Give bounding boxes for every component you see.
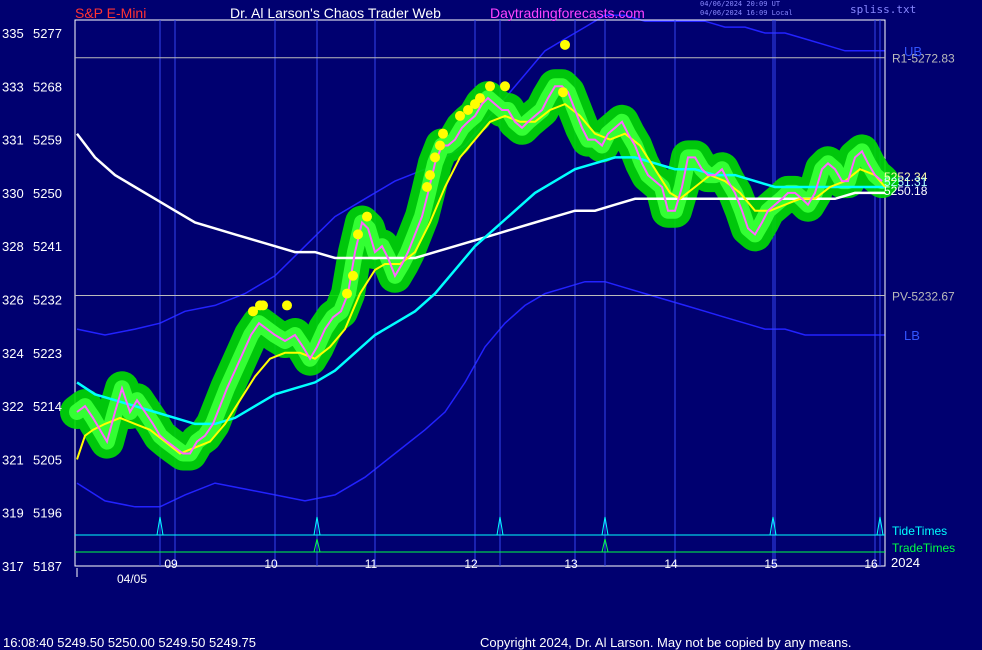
x-tick-label: 15 xyxy=(764,557,778,571)
signal-marker xyxy=(455,110,465,121)
timing-lines xyxy=(75,516,885,553)
y-tick-label-right: 5250 xyxy=(33,186,62,201)
y-tick-label-right: 5259 xyxy=(33,133,62,148)
year-label: 2024 xyxy=(891,555,920,570)
date-label: 04/05 xyxy=(117,572,147,586)
price-envelope xyxy=(60,69,899,471)
x-tick-label: 12 xyxy=(464,557,478,571)
signal-marker xyxy=(258,300,268,311)
symbol-label: S&P E-Mini xyxy=(75,5,147,21)
signal-marker xyxy=(362,211,372,222)
y-tick-label-left: 322 xyxy=(2,399,24,414)
chart-canvas: R1-5272.83 PV-5232.67 UB LB TideTimes TradeTi… xyxy=(2,14,955,586)
last-value-label: 5250.18 xyxy=(884,184,928,198)
y-tick-label-left: 328 xyxy=(2,239,24,254)
timestamp-utc: 04/06/2024 20:09 UT xyxy=(700,0,781,8)
y-tick-label-left: 319 xyxy=(2,506,24,521)
price-line xyxy=(76,85,883,455)
signal-marker xyxy=(348,270,358,281)
y-tick-label-left: 317 xyxy=(2,559,24,574)
y-tick-label-left: 324 xyxy=(2,346,24,361)
y-tick-label-right: 5268 xyxy=(33,79,62,94)
level-label: PV-5232.67 xyxy=(892,290,955,304)
x-tick-label: 16 xyxy=(864,557,878,571)
legend-trade-times: TradeTimes xyxy=(892,541,955,555)
signal-marker xyxy=(475,93,485,104)
signal-marker xyxy=(560,39,570,50)
file-label: spliss.txt xyxy=(850,3,917,16)
x-tick-label: 09 xyxy=(164,557,178,571)
upper-band-line xyxy=(76,14,885,336)
y-tick-label-left: 333 xyxy=(2,79,24,94)
signal-marker xyxy=(558,87,568,98)
legend-tide-times: TideTimes xyxy=(892,524,947,538)
signal-marker xyxy=(353,229,363,240)
signal-marker xyxy=(425,170,435,181)
timestamp-local: 04/06/2024 16:09 Local xyxy=(700,9,793,17)
lower-band-label: LB xyxy=(904,328,920,343)
level-label: R1-5272.83 xyxy=(892,52,955,66)
y-tick-label-right: 5223 xyxy=(33,346,62,361)
x-tick-label: 14 xyxy=(664,557,678,571)
site-link[interactable]: Daytradingforecasts.com xyxy=(490,5,645,21)
y-tick-label-right: 5277 xyxy=(33,26,62,41)
y-tick-label-right: 5196 xyxy=(33,506,62,521)
y-tick-label-left: 331 xyxy=(2,133,24,148)
page-title: Dr. Al Larson's Chaos Trader Web xyxy=(230,5,441,21)
signal-marker xyxy=(435,140,445,151)
y-tick-label-left: 335 xyxy=(2,26,24,41)
signal-marker xyxy=(500,81,510,92)
series-lines xyxy=(76,85,886,460)
y-tick-label-right: 5187 xyxy=(33,559,62,574)
y-tick-label-left: 330 xyxy=(2,186,24,201)
signal-marker xyxy=(430,152,440,163)
y-tick-label-right: 5214 xyxy=(33,399,62,414)
signal-marker xyxy=(485,81,495,92)
x-tick-label: 13 xyxy=(564,557,578,571)
y-tick-label-left: 321 xyxy=(2,452,24,467)
price-envelope-core xyxy=(69,78,890,462)
y-tick-label-left: 326 xyxy=(2,293,24,308)
x-tick-label: 11 xyxy=(365,557,378,571)
y-tick-label-right: 5232 xyxy=(33,293,62,308)
x-tick-label: 10 xyxy=(264,557,278,571)
price-envelope-band xyxy=(60,69,899,471)
signal-marker xyxy=(282,300,292,311)
upper-band-label: UB xyxy=(904,44,922,59)
quote-readout: 16:08:40 5249.50 5250.00 5249.50 5249.75 xyxy=(3,635,257,650)
signal-marker xyxy=(422,181,432,192)
signal-marker xyxy=(438,128,448,139)
lower-band-line xyxy=(76,280,885,508)
signal-marker xyxy=(342,288,352,299)
y-tick-label-right: 5241 xyxy=(33,239,62,254)
fast-ma-line xyxy=(76,102,886,460)
copyright-notice: Copyright 2024, Dr. Al Larson. May not b… xyxy=(480,635,852,650)
y-tick-label-right: 5205 xyxy=(33,452,62,467)
